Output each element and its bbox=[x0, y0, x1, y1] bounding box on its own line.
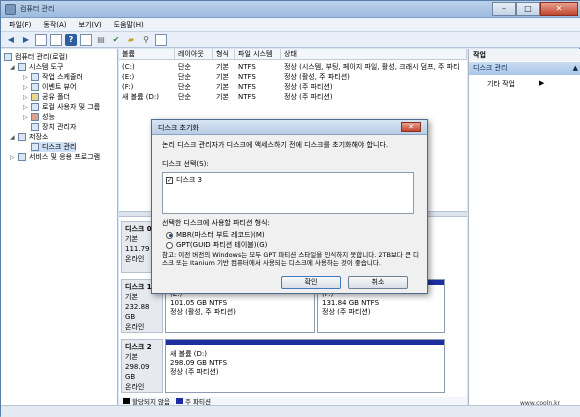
mbr-radio-button[interactable] bbox=[166, 231, 173, 239]
close-button[interactable]: ✕ bbox=[540, 2, 578, 16]
actions-pane: 작업 디스크 관리 ▲ 기타 작업 ▶ bbox=[468, 49, 580, 405]
expand-arrow-icon[interactable]: ◢ bbox=[10, 64, 16, 71]
tree-item-services-applications[interactable]: ▷ 서비스 및 응용 프로그램 bbox=[10, 152, 100, 162]
table-row[interactable]: (E:) 단순 기본 NTFS 정상 (활성, 주 파티션) bbox=[119, 72, 467, 82]
actions-disk-management[interactable]: 디스크 관리 ▲ bbox=[469, 62, 580, 75]
table-row[interactable]: (C:) 단순 기본 NTFS 정상 (시스템, 부팅, 페이지 파일, 활성,… bbox=[119, 62, 467, 72]
open-folder-icon[interactable]: ▰ bbox=[125, 34, 137, 46]
partition-d[interactable]: 새 볼륨 (D:) 298.09 GB NTFS 정상 (주 파티션) bbox=[165, 339, 445, 393]
help-icon[interactable]: ? bbox=[65, 33, 77, 46]
menu-bar: 파일(F) 동작(A) 보기(V) 도움말(H) bbox=[1, 18, 580, 32]
window-title: 컴퓨터 관리 bbox=[20, 5, 55, 13]
mbr-radio[interactable]: MBR(마스터 부트 레코드)(M) bbox=[166, 230, 265, 240]
unallocated-swatch bbox=[123, 398, 130, 404]
volume-list-header: 볼륨 레이아웃 형식 파일 시스템 상태 bbox=[119, 49, 467, 60]
primary-swatch bbox=[175, 398, 183, 404]
column-type[interactable]: 형식 bbox=[213, 49, 235, 60]
expand-arrow-icon[interactable]: ◢ bbox=[10, 134, 16, 141]
table-row[interactable]: (F:) 단순 기본 NTFS 정상 (주 파티션) bbox=[119, 82, 467, 92]
device-manager-icon bbox=[31, 123, 39, 131]
tree-item-disk-management[interactable]: 디스크 관리 bbox=[31, 142, 77, 152]
actions-title: 작업 bbox=[469, 49, 580, 61]
console-tree: 컴퓨터 관리(로컬) ◢ 시스템 도구 ▷ 작업 스케줄러 ▷ 이벤트 뷰어 ▷… bbox=[1, 49, 118, 405]
menu-view[interactable]: 보기(V) bbox=[79, 20, 102, 30]
submenu-arrow-icon: ▶ bbox=[539, 79, 545, 87]
gpt-radio[interactable]: GPT(GUID 파티션 테이블)(G) bbox=[166, 240, 267, 250]
expand-arrow-icon[interactable]: ▷ bbox=[23, 114, 29, 121]
back-arrow-icon[interactable]: ◀ bbox=[5, 34, 17, 46]
dialog-title: 디스크 초기화 bbox=[158, 124, 199, 132]
tree-item-computer-management[interactable]: 컴퓨터 관리(로컬) bbox=[4, 52, 68, 62]
minimize-button[interactable]: – bbox=[492, 2, 516, 16]
menu-file[interactable]: 파일(F) bbox=[9, 20, 31, 30]
disk-select-list[interactable]: ✓ 디스크 3 bbox=[162, 172, 414, 214]
tree-item-local-users-groups[interactable]: ▷ 로컬 사용자 및 그룹 bbox=[23, 102, 100, 112]
forward-arrow-icon[interactable]: ▶ bbox=[20, 34, 32, 46]
collapse-arrow-icon[interactable]: ▲ bbox=[573, 62, 578, 75]
maximize-button[interactable]: □ bbox=[516, 2, 540, 16]
column-layout[interactable]: 레이아웃 bbox=[175, 49, 213, 60]
tools-icon bbox=[18, 63, 26, 71]
disk-2-label[interactable]: 디스크 2 기본 298.09 GB 온라인 bbox=[121, 339, 163, 393]
select-disk-label: 디스크 선택(S): bbox=[162, 160, 209, 168]
console-tree-icon[interactable] bbox=[35, 33, 47, 46]
window-controls: – □ ✕ bbox=[492, 2, 578, 16]
ok-button[interactable]: 확인 bbox=[281, 276, 341, 289]
shared-folder-icon bbox=[31, 93, 39, 101]
tree-item-task-scheduler[interactable]: ▷ 작업 스케줄러 bbox=[23, 72, 83, 82]
disk-legend: 할당되지 않음 주 파티션 bbox=[119, 397, 467, 406]
properties-icon[interactable] bbox=[50, 33, 62, 46]
column-volume[interactable]: 볼륨 bbox=[119, 49, 175, 60]
storage-icon bbox=[18, 133, 26, 141]
search-icon[interactable]: ⚲ bbox=[140, 34, 152, 46]
disk-3-checkbox[interactable]: ✓ bbox=[166, 176, 173, 184]
menu-help[interactable]: 도움말(H) bbox=[114, 20, 144, 30]
initialize-disk-dialog: 디스크 초기화 ✕ 논리 디스크 관리자가 디스크에 액세스하기 전에 디스크를… bbox=[151, 119, 428, 294]
column-file-system[interactable]: 파일 시스템 bbox=[235, 49, 281, 60]
tree-item-performance[interactable]: ▷ 성능 bbox=[23, 112, 55, 122]
primary-partition-bar bbox=[166, 340, 444, 345]
tree-item-event-viewer[interactable]: ▷ 이벤트 뷰어 bbox=[23, 82, 76, 92]
tree-item-storage[interactable]: ◢ 저장소 bbox=[10, 132, 48, 142]
watermark-site: www.cooln.kr bbox=[520, 400, 561, 407]
partition-style-label: 선택한 디스크에 사용할 파티션 형식: bbox=[162, 219, 270, 227]
gpt-radio-button[interactable] bbox=[166, 241, 173, 249]
disk-management-icon bbox=[31, 143, 39, 151]
disk-3-item[interactable]: ✓ 디스크 3 bbox=[166, 175, 202, 185]
tree-item-system-tools[interactable]: ◢ 시스템 도구 bbox=[10, 62, 63, 72]
clock-icon bbox=[31, 73, 39, 81]
computer-management-icon bbox=[5, 3, 16, 15]
expand-arrow-icon[interactable]: ▷ bbox=[23, 74, 29, 81]
expand-arrow-icon[interactable]: ▷ bbox=[10, 154, 16, 161]
toolbar: ◀ ▶ ? ▤ ✔ ▰ ⚲ bbox=[1, 32, 580, 48]
performance-icon bbox=[31, 113, 39, 121]
services-icon bbox=[18, 153, 26, 161]
expand-arrow-icon[interactable]: ▷ bbox=[23, 94, 29, 101]
tree-item-device-manager[interactable]: 장치 관리자 bbox=[31, 122, 76, 132]
view-icon[interactable] bbox=[155, 33, 167, 46]
cancel-button[interactable]: 취소 bbox=[348, 276, 408, 289]
title-bar[interactable]: 컴퓨터 관리 – □ ✕ bbox=[1, 1, 580, 18]
dialog-intro: 논리 디스크 관리자가 디스크에 액세스하기 전에 디스크를 초기화해야 합니다… bbox=[162, 141, 389, 149]
table-row[interactable]: 새 볼륨 (D:) 단순 기본 NTFS 정상 (주 파티션) bbox=[119, 92, 467, 102]
actions-more-actions[interactable]: 기타 작업 ▶ bbox=[487, 79, 544, 89]
expand-arrow-icon[interactable]: ▷ bbox=[23, 104, 29, 111]
check-icon[interactable]: ✔ bbox=[110, 34, 122, 46]
rescan-icon[interactable]: ▤ bbox=[95, 34, 107, 46]
dialog-title-bar[interactable]: 디스크 초기화 ✕ bbox=[152, 120, 427, 135]
menu-action[interactable]: 동작(A) bbox=[43, 20, 66, 30]
tree-item-shared-folders[interactable]: ▷ 공유 폴더 bbox=[23, 92, 70, 102]
dialog-note: 참고: 이전 버전의 Windows는 모두 GPT 파티션 스타일을 인식하지… bbox=[162, 251, 419, 267]
action-pane-icon[interactable] bbox=[80, 33, 92, 46]
users-icon bbox=[31, 103, 39, 111]
cooln-logo: COOLN bbox=[483, 374, 569, 395]
computer-icon bbox=[4, 53, 12, 61]
column-status[interactable]: 상태 bbox=[281, 49, 467, 60]
expand-arrow-icon[interactable]: ▷ bbox=[23, 84, 29, 91]
watermark: COOLN www.cooln.kr bbox=[470, 372, 578, 412]
event-viewer-icon bbox=[31, 83, 39, 91]
dialog-close-button[interactable]: ✕ bbox=[401, 122, 421, 132]
